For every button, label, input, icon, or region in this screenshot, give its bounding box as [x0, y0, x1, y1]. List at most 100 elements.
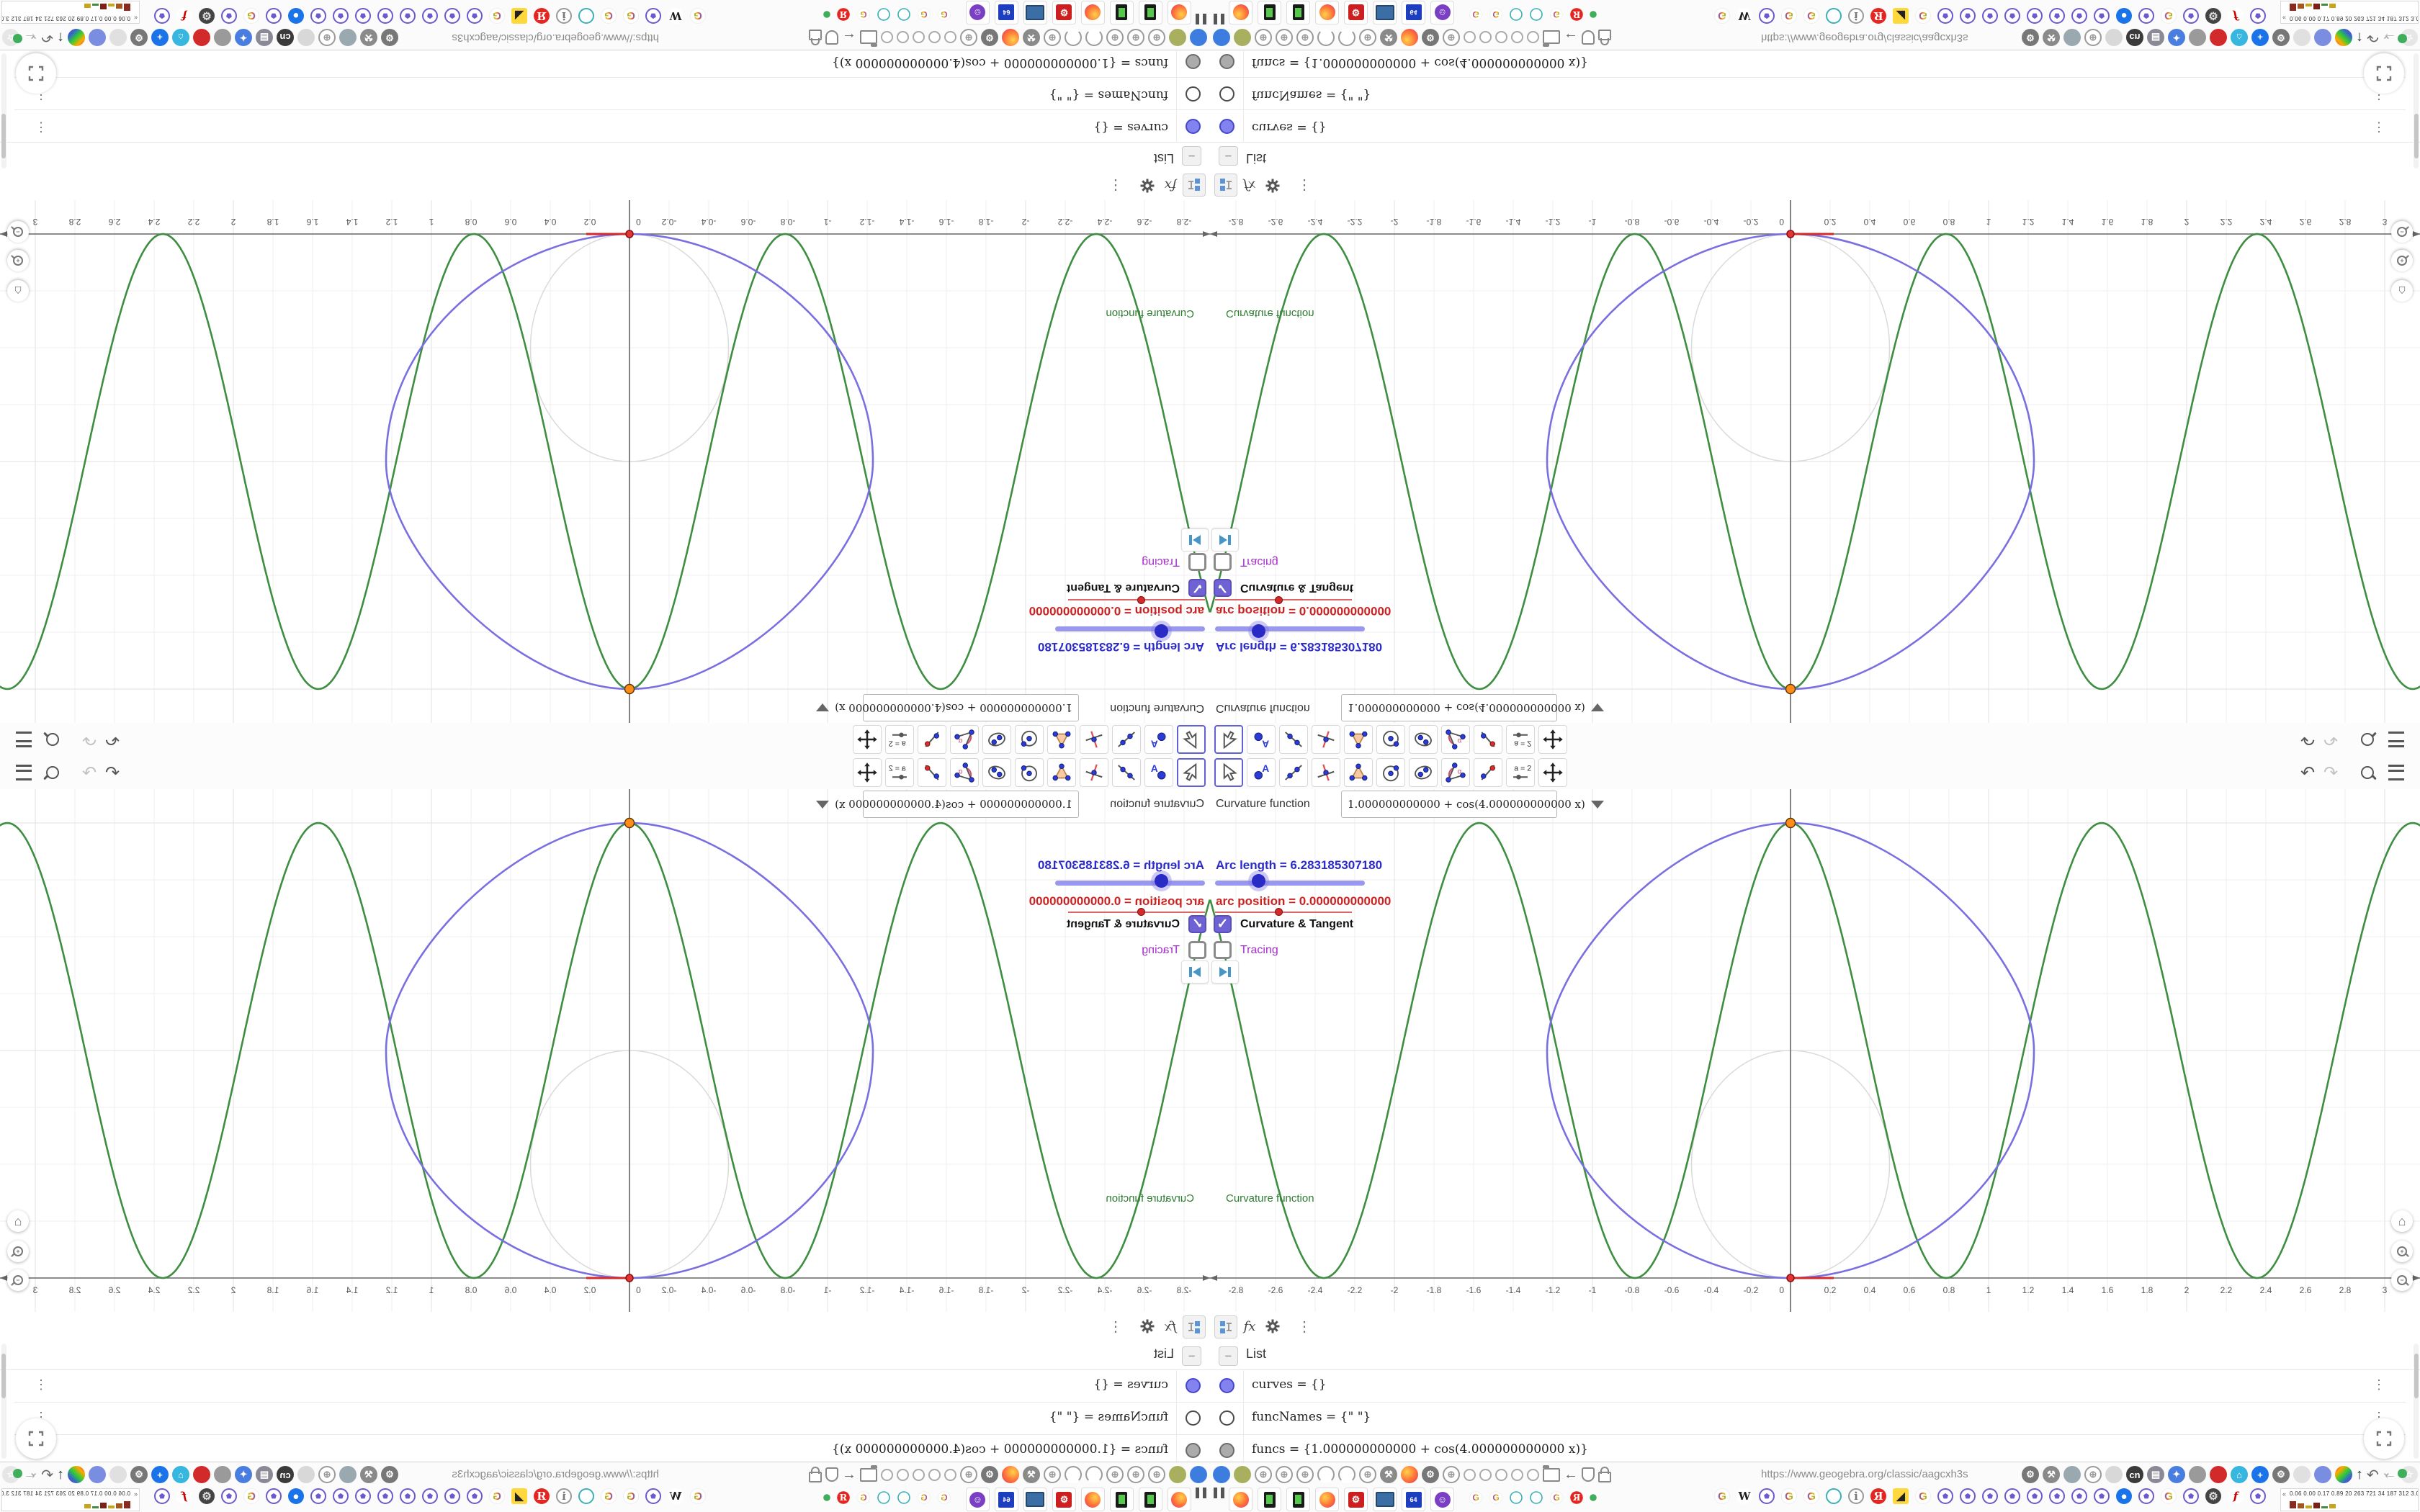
tool-reflect-about-line[interactable] — [918, 758, 946, 787]
redo-button[interactable]: ↷ — [79, 729, 100, 750]
tab-favicon-g[interactable]: G — [623, 1488, 639, 1504]
fx-icon[interactable]: fx — [1239, 175, 1260, 197]
graphics-view[interactable]: -2.8 -2.6 -2.4 -2.2 -2 -1.8 -1.6 -1.4 -1.2 -1 -0.8… — [0, 200, 1210, 723]
extension-icon-barrel[interactable] — [214, 1466, 231, 1483]
zoom-in-button[interactable]: + — [2391, 250, 2413, 271]
tab-favicon-teal[interactable] — [897, 1491, 910, 1504]
app-card-gear-red[interactable]: ⚙ — [1052, 1488, 1076, 1511]
tab-favicon-ggb[interactable]: ⬟ — [333, 8, 349, 24]
extension-icon-house-cyan[interactable]: ⌂ — [2231, 1466, 2248, 1483]
algebra-row-text[interactable]: curves = {} — [1093, 120, 1168, 135]
tab-favicon-g[interactable]: G — [243, 8, 259, 24]
extension-icon-globe[interactable]: ⊕ — [1044, 1466, 1061, 1483]
curvature-tangent-checkbox[interactable]: ✓ — [1214, 579, 1232, 597]
arc-length-slider[interactable] — [1055, 626, 1205, 631]
tool-circle-center-point[interactable] — [1376, 725, 1405, 754]
extension-icon-arrow-up[interactable]: ↑ — [57, 1467, 64, 1483]
fx-icon[interactable]: fx — [1160, 175, 1181, 197]
tab-favicon-ggb[interactable]: ⬟ — [355, 8, 371, 24]
app-card-floppy64[interactable]: 64 — [995, 1, 1018, 24]
gear-icon[interactable] — [1262, 1315, 1283, 1337]
tab-favicon-g[interactable]: G — [690, 1488, 706, 1504]
tab-favicon-ggb[interactable]: ⬟ — [422, 8, 438, 24]
visibility-marble[interactable] — [1219, 54, 1234, 69]
extension-icon-globe[interactable]: ⊕ — [1255, 1466, 1272, 1483]
extension-icon-wrench[interactable]: ⚒ — [2043, 1466, 2060, 1483]
extension-icon-arc[interactable] — [1317, 29, 1335, 46]
url-text[interactable]: https://www.geogebra.org/classic/aagcxh3… — [1761, 32, 1968, 44]
tool-ellipse[interactable] — [982, 725, 1011, 754]
tab-favicon-ya[interactable]: Я — [837, 1491, 850, 1504]
tab-favicon-ggb[interactable]: ⬟ — [1759, 8, 1775, 24]
tab-favicon-teal[interactable] — [1510, 1491, 1523, 1504]
algebra-row[interactable]: curves = {} ⋮ — [1210, 109, 2406, 143]
algebra-row-text[interactable]: curves = {} — [1093, 1377, 1168, 1392]
tab-favicon-g[interactable]: G — [1915, 8, 1931, 24]
extension-icon-gear[interactable]: ⚙ — [1422, 29, 1439, 46]
tool-ellipse[interactable] — [982, 758, 1011, 787]
tab-favicon-info[interactable]: i — [556, 1488, 572, 1504]
back-arrow-icon[interactable]: ← — [1564, 1467, 1578, 1483]
extension-icon-cn[interactable]: cn — [277, 29, 294, 46]
app-card-floppy64[interactable]: 64 — [1402, 1488, 1425, 1511]
shield-icon[interactable] — [1582, 30, 1595, 45]
tab-favicon-ggb[interactable]: ⬟ — [310, 1488, 326, 1504]
gear-icon[interactable] — [1262, 175, 1283, 197]
extension-icon-compass-blue[interactable]: ✦ — [2168, 29, 2185, 46]
tool-move[interactable] — [1177, 725, 1206, 754]
extension-icon-globe[interactable]: ⊕ — [2084, 29, 2102, 46]
nav-ring-icon[interactable] — [881, 31, 893, 44]
chevron-down-icon[interactable]: ⌄ — [2382, 32, 2391, 47]
folder-icon[interactable] — [1543, 1464, 1560, 1482]
algebra-row-text[interactable]: funcs = {1.000000000000 + cos(4.00000000… — [1252, 1442, 1588, 1457]
skip-forward-button[interactable] — [1211, 960, 1239, 984]
extension-icon-globe[interactable]: ⊕ — [1044, 29, 1061, 46]
arc-position-slider[interactable] — [1215, 912, 1352, 913]
tab-favicon-f-red[interactable]: f — [2228, 8, 2244, 24]
monitor-chevron[interactable]: « — [2282, 1490, 2286, 1498]
tool-ellipse[interactable] — [1409, 725, 1438, 754]
tool-perpendicular-line[interactable] — [1080, 758, 1108, 787]
extension-icon-rainbow[interactable] — [2335, 29, 2352, 46]
visibility-marble-cell[interactable] — [1210, 78, 1244, 110]
visibility-marble-cell[interactable] — [1176, 78, 1210, 110]
tool-circle-center-point[interactable] — [1015, 725, 1044, 754]
tab-favicon-gear-dark[interactable]: ⚙ — [2205, 1488, 2221, 1504]
app-card-firefox[interactable] — [1229, 1, 1252, 24]
extension-icon-gear[interactable]: ⚙ — [1422, 1466, 1439, 1483]
extension-icon-arrow-up[interactable]: ↑ — [2356, 30, 2363, 46]
tab-favicon-photo[interactable]: ◢ — [1893, 1488, 1909, 1504]
tool-point[interactable]: A — [1144, 758, 1173, 787]
tab-favicon-ggb[interactable]: ⬟ — [1937, 8, 1953, 24]
extension-icon-globe[interactable]: ⊕ — [1127, 29, 1144, 46]
tab-favicon-teal[interactable] — [1530, 1491, 1543, 1504]
curvature-tangent-checkbox[interactable]: ✓ — [1188, 579, 1206, 597]
tab-favicon-g[interactable]: G — [938, 1491, 951, 1504]
tab-favicon-ggb[interactable]: ⬟ — [645, 8, 661, 24]
tool-point[interactable]: A — [1144, 725, 1173, 754]
zoom-in-button[interactable]: + — [7, 250, 29, 271]
algebra-row-text[interactable]: funcNames = {" "} — [1252, 88, 1371, 102]
extension-icon-gear[interactable]: ⚙ — [130, 29, 148, 46]
extension-icon-bank[interactable]: ▤ — [256, 1466, 273, 1483]
scrollbar[interactable] — [1, 53, 6, 168]
nav-ring-icon[interactable] — [1479, 1468, 1492, 1481]
tab-favicon-info[interactable]: i — [1848, 1488, 1864, 1504]
tab-favicon-f-red[interactable]: f — [176, 8, 192, 24]
tool-reflect-about-line[interactable] — [1474, 725, 1502, 754]
search-icon[interactable] — [2357, 762, 2378, 783]
extension-icon-pill[interactable] — [2293, 1466, 2311, 1483]
tab-favicon-ggb[interactable]: ⬟ — [467, 1488, 483, 1504]
nav-ring-icon[interactable] — [928, 1468, 941, 1481]
home-button[interactable]: ⌂ — [7, 1210, 29, 1232]
tab-favicon-f-red[interactable]: f — [176, 1488, 192, 1504]
fx-icon[interactable]: fx — [1160, 1315, 1181, 1337]
zoom-out-button[interactable]: − — [7, 221, 29, 243]
tracing-checkbox[interactable] — [1188, 941, 1206, 959]
app-card-battery[interactable] — [1110, 1488, 1134, 1511]
extension-icon-olive[interactable] — [1234, 29, 1251, 46]
extension-icon-egg[interactable] — [297, 1466, 315, 1483]
tab-favicon-ya[interactable]: Я — [1870, 1488, 1886, 1504]
chevron-down-icon[interactable]: ⌄ — [29, 32, 38, 47]
app-card-monitor-blue[interactable] — [1023, 1, 1047, 24]
